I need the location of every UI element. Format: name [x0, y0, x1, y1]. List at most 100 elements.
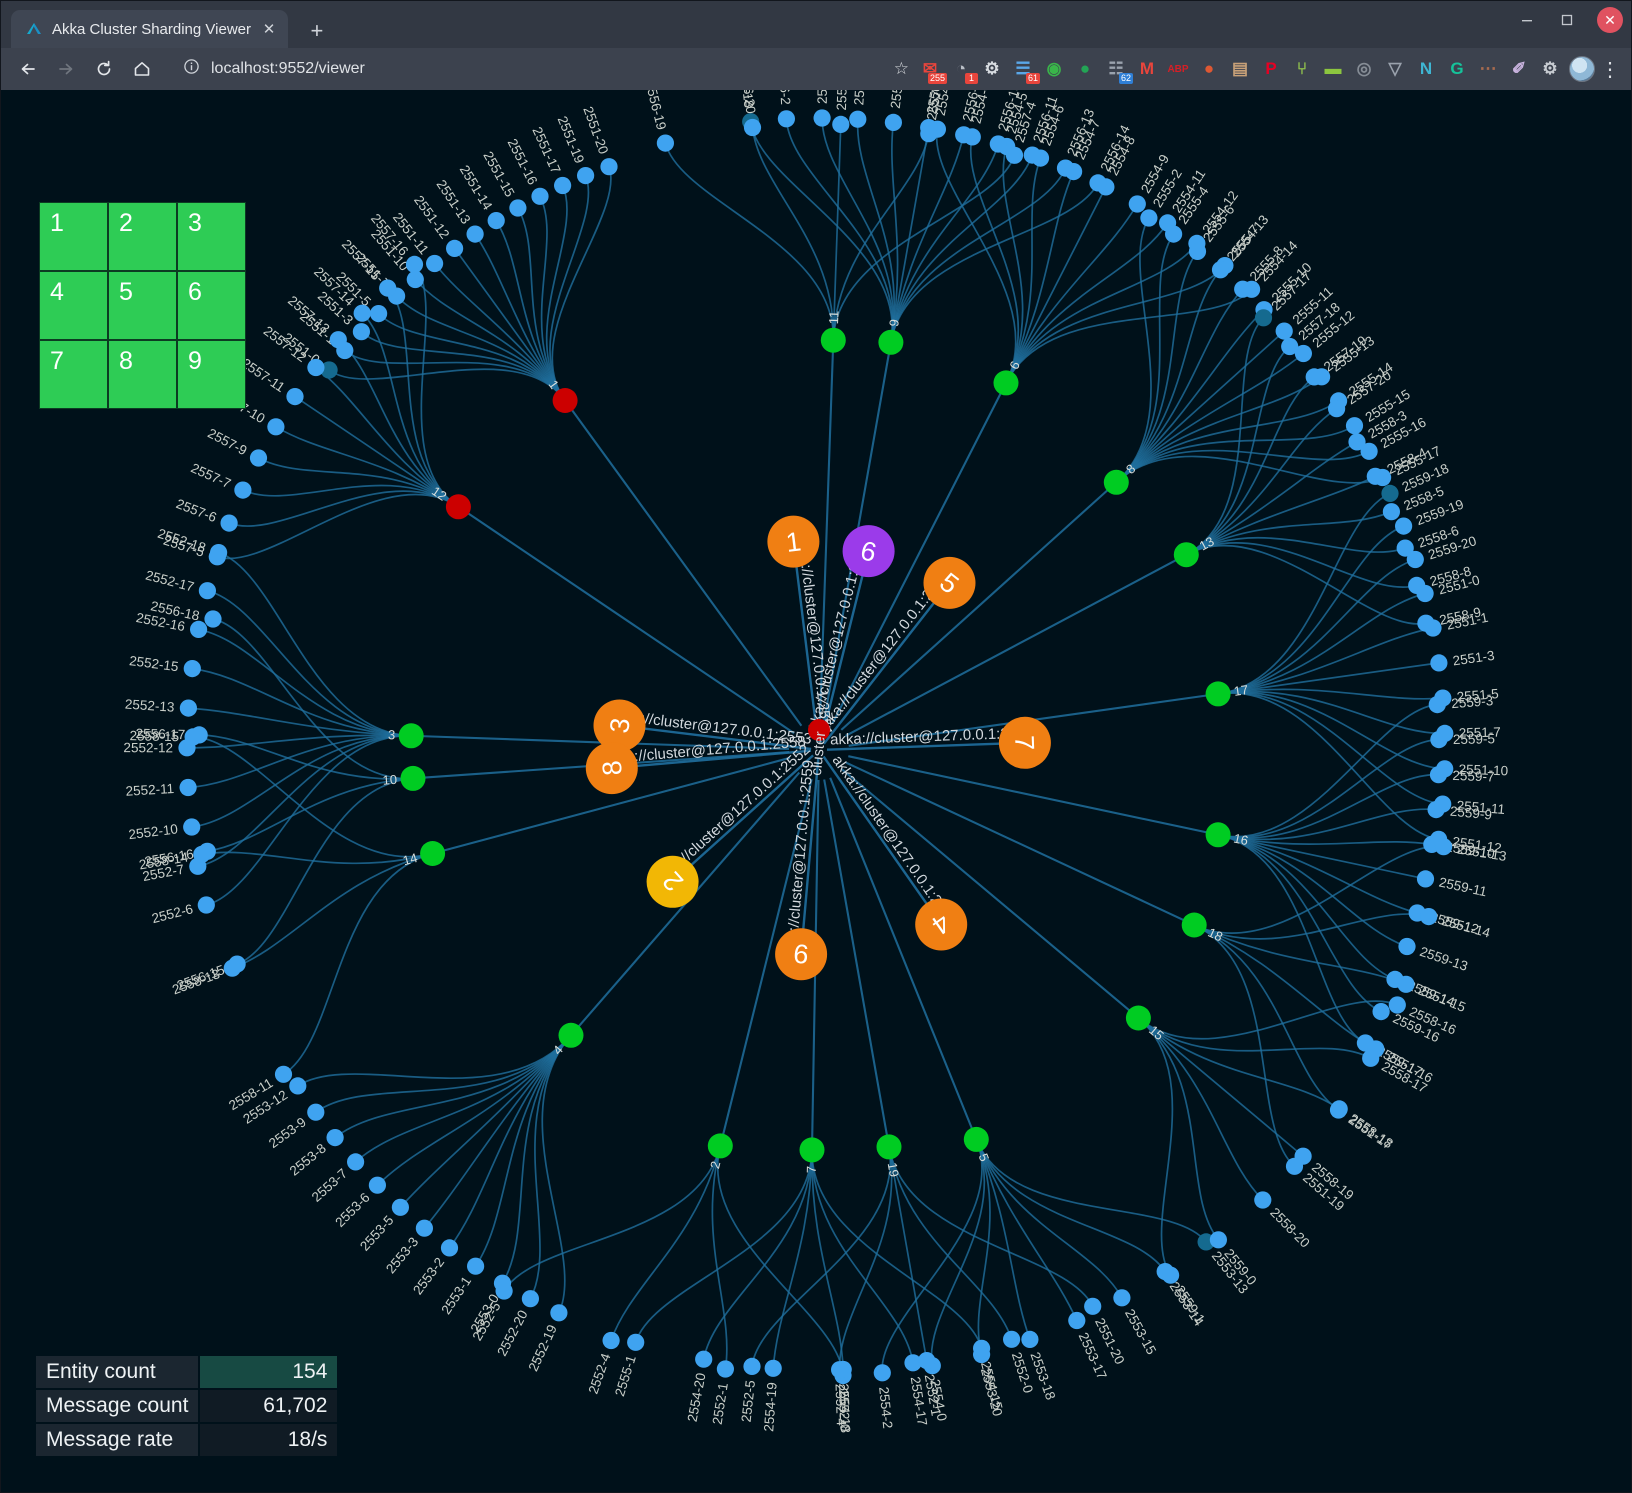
entity-node[interactable] — [1424, 619, 1442, 637]
entity-node[interactable] — [1254, 1191, 1272, 1209]
entity-node[interactable] — [193, 845, 211, 864]
entity-node[interactable] — [1281, 337, 1299, 356]
entity-node[interactable] — [220, 514, 238, 532]
entity-node[interactable] — [743, 1357, 761, 1375]
grammarly-extension-icon[interactable]: G — [1444, 56, 1470, 82]
window-close-icon[interactable]: ✕ — [1597, 7, 1623, 33]
entity-node[interactable] — [1398, 937, 1416, 956]
entity-node[interactable] — [813, 109, 831, 127]
entity-node[interactable] — [267, 418, 285, 436]
reload-button[interactable] — [87, 52, 121, 86]
entity-node[interactable] — [391, 1198, 409, 1216]
entity-node[interactable] — [223, 959, 241, 977]
tab-close-icon[interactable]: ✕ — [260, 22, 278, 37]
shard-region-cell-3[interactable]: 3 — [178, 203, 245, 270]
entity-node[interactable] — [370, 305, 388, 323]
entity-node[interactable] — [368, 1176, 386, 1194]
entity-node[interactable] — [1140, 209, 1158, 227]
entity-node[interactable] — [307, 1103, 325, 1121]
entity-node[interactable] — [1329, 1101, 1348, 1119]
entity-node[interactable] — [849, 110, 867, 128]
entity-node[interactable] — [1345, 417, 1364, 435]
rescuetime-extension-icon[interactable]: ◔ 1 — [948, 56, 978, 84]
back-button[interactable] — [11, 52, 45, 86]
shard-region-cell-1[interactable]: 1 — [40, 203, 107, 270]
entity-node[interactable] — [531, 187, 549, 205]
entity-node[interactable] — [920, 125, 938, 143]
entity-node[interactable] — [989, 135, 1007, 153]
entity-node[interactable] — [831, 1361, 849, 1379]
entity-node[interactable] — [1056, 159, 1075, 177]
entity-node[interactable] — [352, 323, 370, 341]
entity-node[interactable] — [183, 818, 201, 836]
entity-node[interactable] — [1089, 174, 1107, 192]
entity-node[interactable] — [1084, 1297, 1102, 1315]
tab-manager-extension-icon[interactable]: ☷ 62 — [1103, 56, 1133, 84]
shard-node[interactable] — [1205, 822, 1231, 848]
entity-node[interactable] — [884, 113, 903, 131]
entity-node[interactable] — [1068, 1311, 1086, 1330]
entity-node[interactable] — [1406, 550, 1424, 569]
entity-node[interactable] — [550, 1304, 568, 1322]
entity-node[interactable] — [602, 1331, 620, 1350]
entity-node[interactable] — [1165, 225, 1183, 243]
entity-node[interactable] — [554, 176, 572, 195]
entity-node[interactable] — [1395, 517, 1413, 535]
home-button[interactable] — [125, 52, 159, 86]
shard-region-cell-6[interactable]: 6 — [178, 272, 245, 339]
entity-node[interactable] — [1275, 322, 1293, 340]
entity-node[interactable] — [406, 270, 424, 289]
entity-node[interactable] — [179, 699, 197, 717]
entity-node[interactable] — [764, 1359, 782, 1377]
shard-region-cell-5[interactable]: 5 — [109, 272, 176, 339]
shard-node[interactable] — [1125, 1005, 1151, 1031]
entity-node[interactable] — [1372, 1003, 1390, 1021]
pocket-extension-icon[interactable]: ▽ — [1382, 56, 1408, 82]
entity-node[interactable] — [208, 548, 226, 566]
entity-node[interactable] — [1188, 242, 1207, 260]
entity-node[interactable] — [1397, 975, 1415, 993]
entity-node[interactable] — [307, 358, 325, 377]
mail-extension-icon[interactable]: ✉ 255 — [917, 56, 947, 84]
entity-node[interactable] — [440, 1239, 459, 1257]
entity-node[interactable] — [1285, 1157, 1304, 1175]
entity-node[interactable] — [1381, 484, 1399, 502]
entity-node[interactable] — [286, 388, 304, 406]
shard-node[interactable] — [993, 370, 1019, 396]
entity-node[interactable] — [577, 167, 595, 185]
shard-node[interactable] — [420, 841, 446, 866]
entity-node[interactable] — [1162, 1266, 1180, 1284]
profile-avatar[interactable] — [1569, 56, 1595, 82]
entity-node[interactable] — [832, 115, 850, 133]
entity-node[interactable] — [405, 255, 424, 273]
entity-node[interactable] — [487, 212, 505, 230]
green-dot-extension-icon[interactable]: ● — [1072, 56, 1098, 82]
entity-node[interactable] — [955, 126, 973, 144]
entity-node[interactable] — [446, 239, 464, 257]
shard-region-cell-8[interactable]: 8 — [109, 341, 176, 408]
highlighter-extension-icon[interactable]: ✐ — [1506, 56, 1532, 82]
entity-node[interactable] — [289, 1077, 307, 1095]
entity-node[interactable] — [1113, 1289, 1131, 1307]
entity-node[interactable] — [179, 778, 197, 797]
entity-node[interactable] — [347, 1153, 365, 1171]
duckduckgo-extension-icon[interactable]: ● — [1196, 56, 1222, 82]
puzzle-extensions-icon[interactable]: ⚙ — [1537, 56, 1563, 82]
entity-node[interactable] — [184, 728, 202, 746]
entity-node[interactable] — [1367, 1040, 1385, 1058]
entity-node[interactable] — [1382, 503, 1400, 521]
entity-node[interactable] — [973, 1339, 991, 1357]
entity-node[interactable] — [695, 1350, 713, 1368]
entity-node[interactable] — [873, 1364, 891, 1382]
entity-node[interactable] — [326, 1129, 344, 1147]
entity-node[interactable] — [379, 279, 397, 297]
ghostery-extension-icon[interactable]: ◎ — [1351, 56, 1377, 82]
entity-node[interactable] — [1254, 309, 1273, 327]
entity-node[interactable] — [1209, 1231, 1227, 1249]
entity-node[interactable] — [1211, 261, 1230, 279]
entity-node[interactable] — [918, 1352, 936, 1370]
bookmark-star-icon[interactable]: ☆ — [894, 59, 909, 79]
shard-node[interactable] — [820, 327, 846, 353]
entity-node[interactable] — [353, 304, 371, 322]
maximize-icon[interactable] — [1557, 10, 1577, 30]
